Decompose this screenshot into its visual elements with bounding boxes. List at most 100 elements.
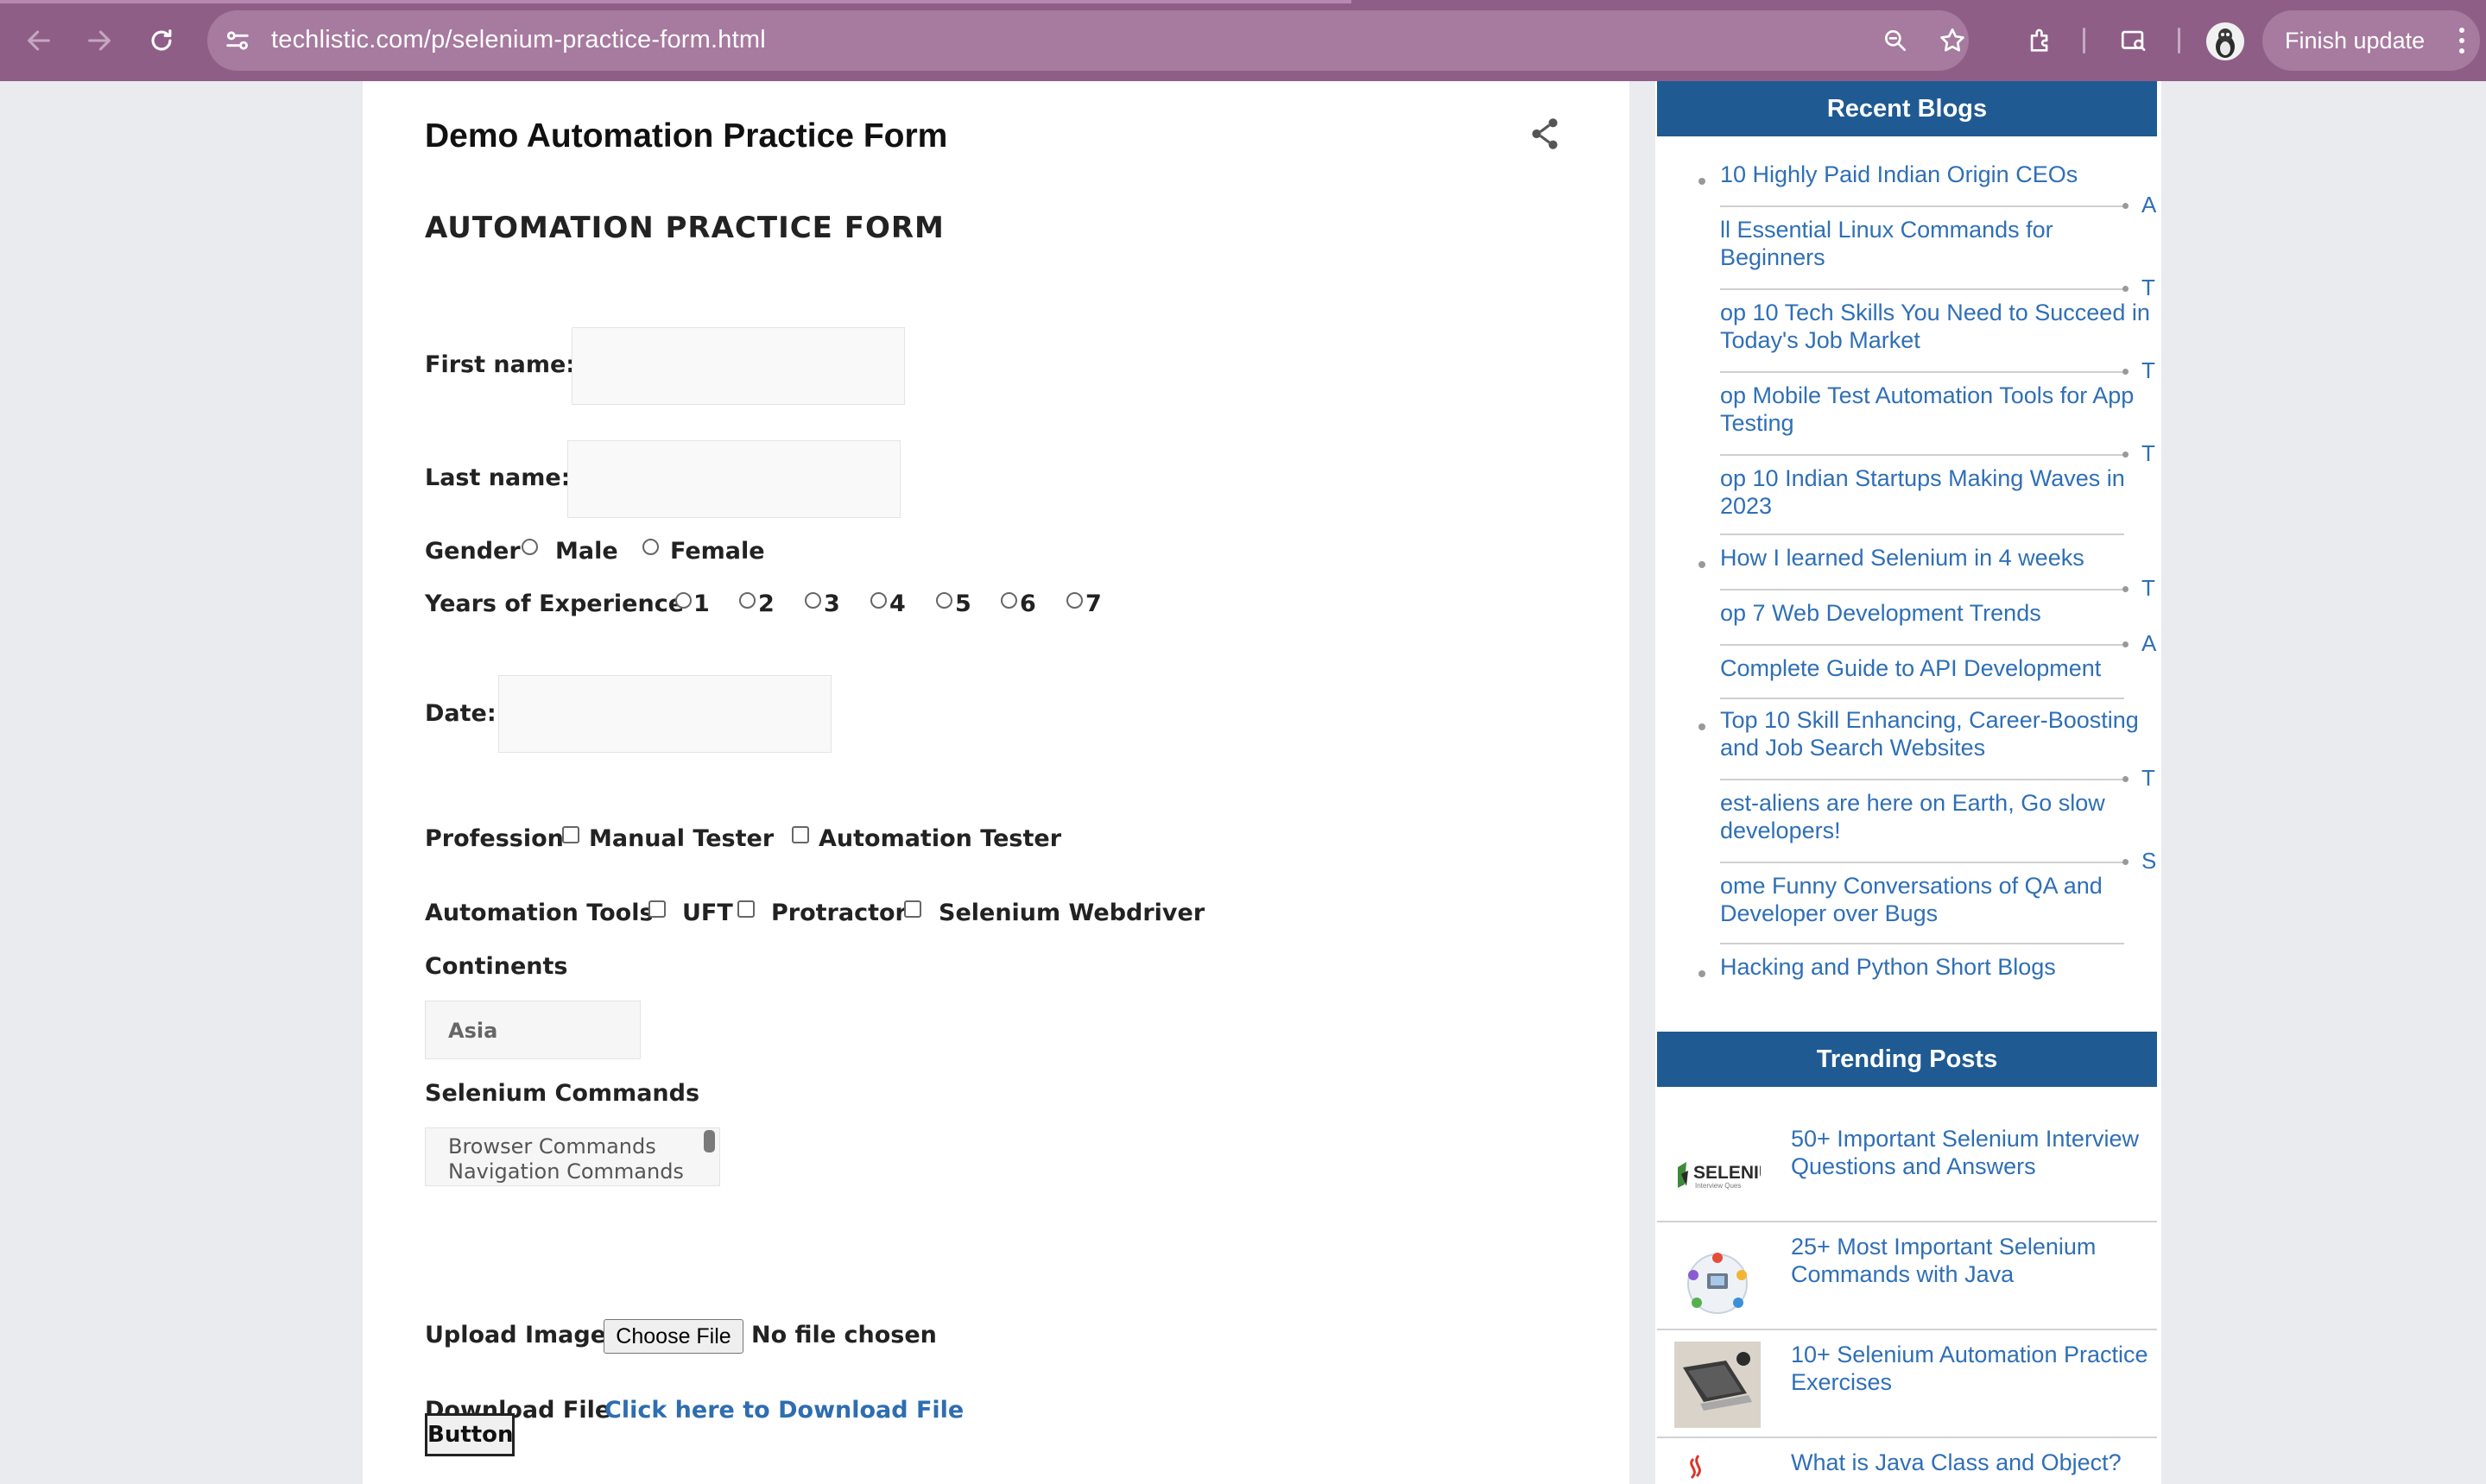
- tab-search-icon[interactable]: [2112, 19, 2155, 62]
- recent-blog-link[interactable]: op 7 Web Development Trends: [1720, 599, 2152, 627]
- tool-protractor-checkbox[interactable]: [737, 900, 755, 918]
- experience-radio-3[interactable]: [805, 592, 821, 609]
- trending-post-link[interactable]: What is Java Class and Object?: [1791, 1449, 2162, 1476]
- experience-radio-1[interactable]: [675, 592, 692, 609]
- post-thumbnail-selenium-commands[interactable]: [1674, 1241, 1761, 1327]
- experience-option-label: 6: [1020, 590, 1036, 617]
- gender-label: Gender: [425, 538, 521, 565]
- post-thumbnail-java-class[interactable]: [1674, 1452, 1761, 1484]
- experience-radio-7[interactable]: [1066, 592, 1083, 609]
- recent-blog-link[interactable]: How I learned Selenium in 4 weeks: [1720, 544, 2152, 571]
- date-label: Date:: [425, 700, 497, 727]
- recent-blog-link[interactable]: ll Essential Linux Commands for Beginner…: [1720, 216, 2152, 271]
- sidebar-letter: S: [2141, 848, 2157, 874]
- sidebar-letter: T: [2141, 765, 2155, 791]
- first-name-input[interactable]: [572, 327, 905, 405]
- profession-label: Profession: [425, 825, 564, 852]
- post-thumbnail-practice-exercises[interactable]: [1674, 1342, 1761, 1428]
- tool-selenium-label: Selenium Webdriver: [939, 900, 1205, 926]
- commands-label: Selenium Commands: [425, 1080, 700, 1107]
- submit-button[interactable]: Button: [425, 1413, 515, 1456]
- list-divider: [1657, 1329, 2157, 1330]
- experience-radio-6[interactable]: [1001, 592, 1017, 609]
- tool-protractor-label: Protractor: [771, 900, 907, 926]
- page-title: Demo Automation Practice Form: [425, 117, 948, 155]
- experience-radio-5[interactable]: [936, 592, 952, 609]
- list-divider: [1720, 779, 2124, 780]
- experience-option-label: 1: [693, 590, 710, 617]
- profession-automation-label: Automation Tester: [819, 825, 1062, 852]
- main-content: Demo Automation Practice Form AUTOMATION…: [363, 81, 1629, 1484]
- gender-female-radio[interactable]: [642, 539, 659, 555]
- commands-option[interactable]: Browser Commands: [448, 1134, 656, 1159]
- profession-manual-checkbox[interactable]: [562, 826, 579, 843]
- trending-post-link[interactable]: 25+ Most Important Selenium Commands wit…: [1791, 1233, 2162, 1288]
- gender-male-label: Male: [555, 538, 618, 565]
- recent-blog-link[interactable]: Complete Guide to API Development: [1720, 654, 2152, 682]
- tool-selenium-checkbox[interactable]: [904, 900, 921, 918]
- upload-label: Upload Image: [425, 1322, 607, 1348]
- post-thumbnail-selenium-interview[interactable]: SELENIU Interview Ques: [1674, 1133, 1761, 1219]
- site-settings-icon[interactable]: [223, 26, 252, 60]
- continents-selected-value: Asia: [448, 1019, 498, 1043]
- sidebar-letter: T: [2141, 357, 2155, 383]
- experience-radio-4[interactable]: [870, 592, 887, 609]
- continents-select[interactable]: Asia: [425, 1001, 641, 1059]
- recent-blog-link[interactable]: op 10 Tech Skills You Need to Succeed in…: [1720, 299, 2152, 354]
- list-bullet: [2122, 369, 2129, 375]
- experience-radio-2[interactable]: [739, 592, 756, 609]
- bookmark-star-icon[interactable]: [1931, 19, 1974, 62]
- share-icon[interactable]: [1528, 116, 1561, 156]
- date-input[interactable]: [498, 675, 832, 753]
- trending-post-link[interactable]: 50+ Important Selenium Interview Questio…: [1791, 1125, 2162, 1180]
- url-text[interactable]: techlistic.com/p/selenium-practice-form.…: [271, 26, 766, 54]
- recent-blog-link[interactable]: Top 10 Skill Enhancing, Career-Boosting …: [1720, 706, 2152, 761]
- sidebar-letter: T: [2141, 440, 2155, 466]
- sidebar-letter: A: [2141, 630, 2157, 656]
- extensions-icon[interactable]: [2019, 19, 2062, 62]
- sidebar-letter: T: [2141, 275, 2155, 300]
- experience-label: Years of Experience: [425, 590, 685, 617]
- commands-scrollbar-thumb[interactable]: [704, 1130, 715, 1152]
- list-divider: [1657, 1221, 2157, 1222]
- experience-option-label: 7: [1085, 590, 1102, 617]
- list-bullet: [2122, 641, 2129, 647]
- recent-blog-link[interactable]: op Mobile Test Automation Tools for App …: [1720, 382, 2152, 437]
- forward-arrow-icon[interactable]: [78, 19, 121, 62]
- trending-post-link[interactable]: 10+ Selenium Automation Practice Exercis…: [1791, 1341, 2162, 1396]
- reload-icon[interactable]: [140, 19, 183, 62]
- thumbnail-text: SELENIU: [1693, 1163, 1761, 1183]
- list-bullet: [1698, 178, 1705, 185]
- form-heading: AUTOMATION PRACTICE FORM: [425, 211, 945, 245]
- list-bullet: [1698, 723, 1705, 730]
- loading-bar: [0, 0, 1351, 3]
- list-bullet: [1698, 970, 1705, 977]
- zoom-icon[interactable]: [1874, 19, 1917, 62]
- recent-blog-link[interactable]: Hacking and Python Short Blogs: [1720, 953, 2152, 981]
- last-name-label: Last name:: [425, 464, 571, 491]
- list-divider: [1720, 943, 2124, 944]
- profile-avatar[interactable]: [2206, 22, 2244, 60]
- download-file-link[interactable]: Click here to Download File: [604, 1397, 964, 1424]
- toolbar-separator: [2083, 28, 2085, 54]
- tool-uft-checkbox[interactable]: [648, 900, 666, 918]
- back-arrow-icon[interactable]: [17, 19, 60, 62]
- first-name-label: First name:: [425, 351, 576, 378]
- finish-update-button[interactable]: Finish update: [2262, 10, 2480, 71]
- list-divider: [1720, 644, 2124, 646]
- commands-multiselect[interactable]: Browser Commands Navigation Commands: [425, 1127, 720, 1186]
- recent-blog-link[interactable]: 10 Highly Paid Indian Origin CEOs: [1720, 161, 2152, 188]
- list-divider: [1720, 589, 2124, 590]
- profession-automation-checkbox[interactable]: [792, 826, 809, 843]
- last-name-input[interactable]: [567, 440, 901, 518]
- commands-option[interactable]: Navigation Commands: [448, 1159, 684, 1184]
- choose-file-button[interactable]: Choose File: [604, 1319, 743, 1354]
- tool-uft-label: UFT: [682, 900, 733, 926]
- gender-male-radio[interactable]: [522, 539, 538, 555]
- gender-female-label: Female: [670, 538, 765, 565]
- sidebar: Recent Blogs 10 Highly Paid Indian Origi…: [1655, 81, 2161, 1484]
- recent-blog-link[interactable]: est-aliens are here on Earth, Go slow de…: [1720, 789, 2152, 844]
- recent-blog-link[interactable]: op 10 Indian Startups Making Waves in 20…: [1720, 464, 2152, 520]
- address-bar[interactable]: techlistic.com/p/selenium-practice-form.…: [207, 10, 1969, 71]
- recent-blog-link[interactable]: ome Funny Conversations of QA and Develo…: [1720, 872, 2152, 927]
